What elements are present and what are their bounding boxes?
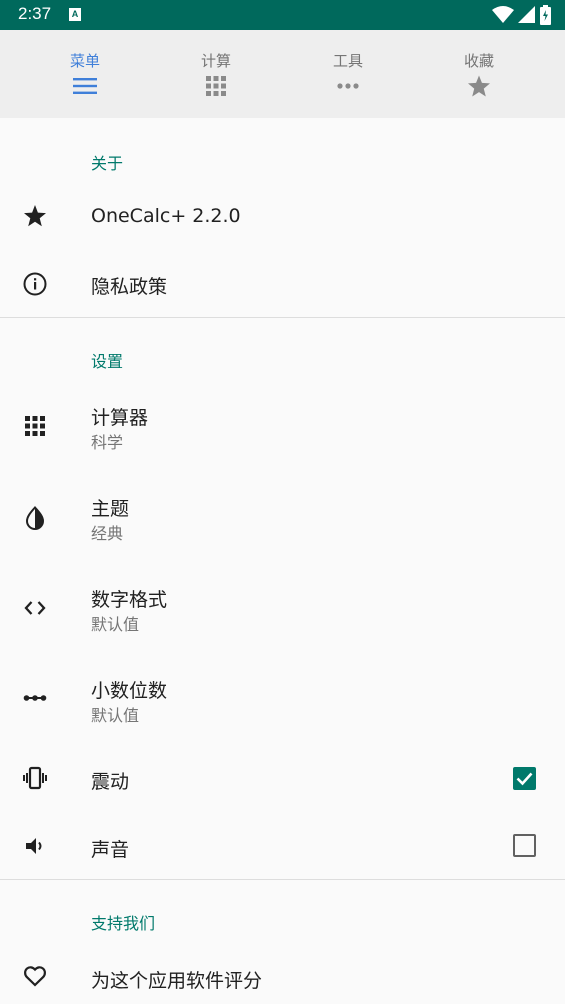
item-decimals-title: 小数位数 (91, 680, 168, 702)
tab-favorites[interactable]: 收藏 (414, 30, 544, 118)
item-vibration[interactable] (0, 748, 565, 812)
menu-icon (73, 78, 97, 94)
wifi-icon (492, 6, 514, 23)
grid-icon (25, 416, 45, 436)
vibration-checkbox[interactable] (513, 767, 536, 790)
section-support-header: 支持我们 (91, 914, 156, 933)
heart-icon (24, 966, 46, 987)
tab-menu[interactable]: 菜单 (20, 30, 150, 118)
vibration-icon (23, 766, 47, 790)
top-tab-bar: 菜单 计算 工具 收藏 (0, 30, 565, 118)
item-theme-subtitle: 经典 (91, 524, 124, 543)
status-time: 2:37 (18, 4, 52, 23)
item-privacy-title: 隐私政策 (91, 276, 168, 298)
more-horiz-icon (337, 83, 359, 89)
star-icon (24, 205, 46, 227)
divider (0, 317, 565, 318)
decimal-icon (23, 695, 47, 701)
item-vibration-title: 震动 (91, 771, 130, 793)
item-sound-title: 声音 (91, 839, 130, 861)
item-decimal-places[interactable] (0, 657, 565, 743)
status-bar: 2:37 A (0, 0, 565, 30)
item-theme-title: 主题 (91, 498, 130, 520)
item-calculator-title: 计算器 (91, 407, 149, 429)
item-number-format[interactable] (0, 566, 565, 652)
item-number-format-title: 数字格式 (91, 589, 168, 611)
sound-checkbox[interactable] (513, 834, 536, 857)
item-calculator-subtitle: 科学 (91, 433, 124, 452)
code-icon (24, 601, 46, 615)
status-icons (492, 5, 551, 25)
item-sound[interactable] (0, 815, 565, 879)
battery-icon (540, 5, 551, 25)
tab-menu-label: 菜单 (69, 52, 100, 70)
contrast-icon (25, 506, 45, 530)
item-version[interactable] (0, 185, 565, 249)
item-version-title: OneCalc+ 2.2.0 (91, 205, 241, 227)
notification-icon: A (69, 8, 81, 21)
tab-calculate[interactable]: 计算 (151, 30, 281, 118)
signal-icon (518, 6, 535, 23)
star-icon (468, 75, 490, 97)
item-calculator[interactable] (0, 385, 565, 471)
item-decimals-subtitle: 默认值 (91, 706, 140, 725)
info-icon (23, 272, 47, 296)
item-rate-title: 为这个应用软件评分 (91, 970, 263, 992)
item-rate-app[interactable] (0, 945, 565, 1004)
tab-favorites-label: 收藏 (463, 52, 494, 70)
section-about-header: 关于 (91, 154, 124, 173)
volume-icon (26, 838, 42, 854)
item-number-format-subtitle: 默认值 (91, 615, 140, 634)
divider (0, 879, 565, 880)
item-privacy-policy[interactable] (0, 252, 565, 316)
grid-icon (206, 76, 226, 96)
tab-calculate-label: 计算 (200, 52, 231, 70)
tab-tools[interactable]: 工具 (283, 30, 413, 118)
check-icon (516, 772, 533, 786)
tab-tools-label: 工具 (332, 52, 363, 70)
section-settings-header: 设置 (91, 352, 124, 371)
item-theme[interactable] (0, 475, 565, 561)
